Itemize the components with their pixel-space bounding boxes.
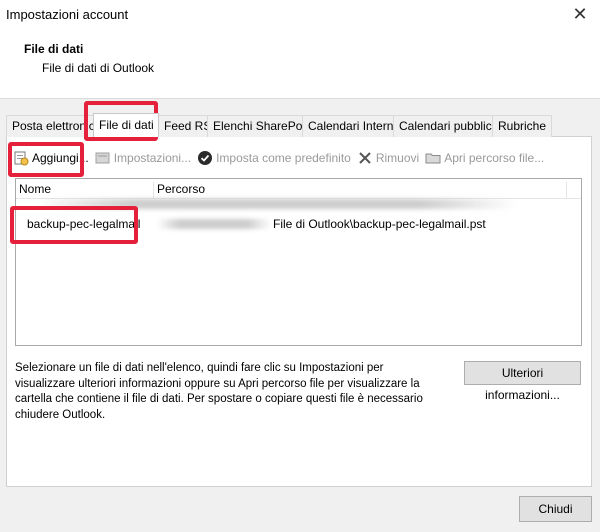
tab-rss-feeds[interactable]: Feed RSS — [158, 115, 219, 137]
folder-icon — [425, 150, 441, 166]
redacted-path-prefix — [156, 219, 271, 229]
data-files-list[interactable]: Nome Percorso backup-pec-legalmail File … — [15, 178, 582, 346]
column-header-path[interactable]: Percorso — [157, 182, 567, 198]
add-button-label: Aggiungi... — [32, 151, 89, 165]
header-title: File di dati — [24, 42, 84, 56]
open-file-location-button-label: Apri percorso file... — [444, 151, 545, 165]
tab-published-calendars[interactable]: Calendari pubblicati — [393, 115, 504, 137]
window-title: Impostazioni account — [6, 7, 129, 22]
column-header-name[interactable]: Nome — [19, 182, 154, 198]
close-button[interactable]: Chiudi — [519, 496, 592, 522]
row-path: File di Outlook\backup-pec-legalmail.pst — [273, 217, 486, 231]
tab-email[interactable]: Posta elettronica — [6, 115, 94, 137]
close-icon[interactable]: ✕ — [570, 4, 590, 24]
add-button[interactable]: Aggiungi... — [13, 148, 89, 168]
x-icon — [357, 150, 373, 166]
add-data-file-icon — [13, 150, 29, 166]
remove-button[interactable]: Rimuovi — [357, 148, 419, 168]
title-bar: Impostazioni account ✕ — [0, 0, 600, 30]
dialog-header: File di dati File di dati di Outlook — [0, 30, 600, 98]
set-default-button-label: Imposta come predefinito — [216, 151, 351, 165]
settings-button-label: Impostazioni... — [113, 151, 192, 165]
tab-internet-calendars[interactable]: Calendari Internet — [302, 115, 403, 137]
more-info-button[interactable]: Ulteriori informazioni... — [464, 361, 581, 402]
set-default-button[interactable]: Imposta come predefinito — [197, 148, 351, 168]
tab-strip: Posta elettronica File di dati Feed RSS … — [6, 113, 552, 137]
checkmark-circle-icon — [197, 150, 213, 166]
info-text: Selezionare un file di dati nell'elenco,… — [15, 362, 423, 421]
header-subtitle: File di dati di Outlook — [42, 61, 155, 75]
open-file-location-button[interactable]: Apri percorso file... — [425, 148, 544, 168]
toolbar: Aggiungi... Impostazioni... Imposta come… — [13, 148, 550, 168]
table-row[interactable]: backup-pec-legalmail File di Outlook\bac… — [16, 215, 581, 235]
tab-address-books[interactable]: Rubriche — [492, 115, 552, 137]
settings-icon — [95, 150, 111, 166]
redacted-area — [36, 199, 516, 209]
settings-button[interactable]: Impostazioni... — [95, 148, 191, 168]
remove-button-label: Rimuovi — [375, 151, 420, 165]
tab-sharepoint-lists[interactable]: Elenchi SharePoint — [207, 115, 315, 137]
row-name: backup-pec-legalmail — [27, 217, 141, 231]
tab-data-files[interactable]: File di dati — [93, 113, 159, 137]
list-header: Nome Percorso — [16, 179, 581, 199]
